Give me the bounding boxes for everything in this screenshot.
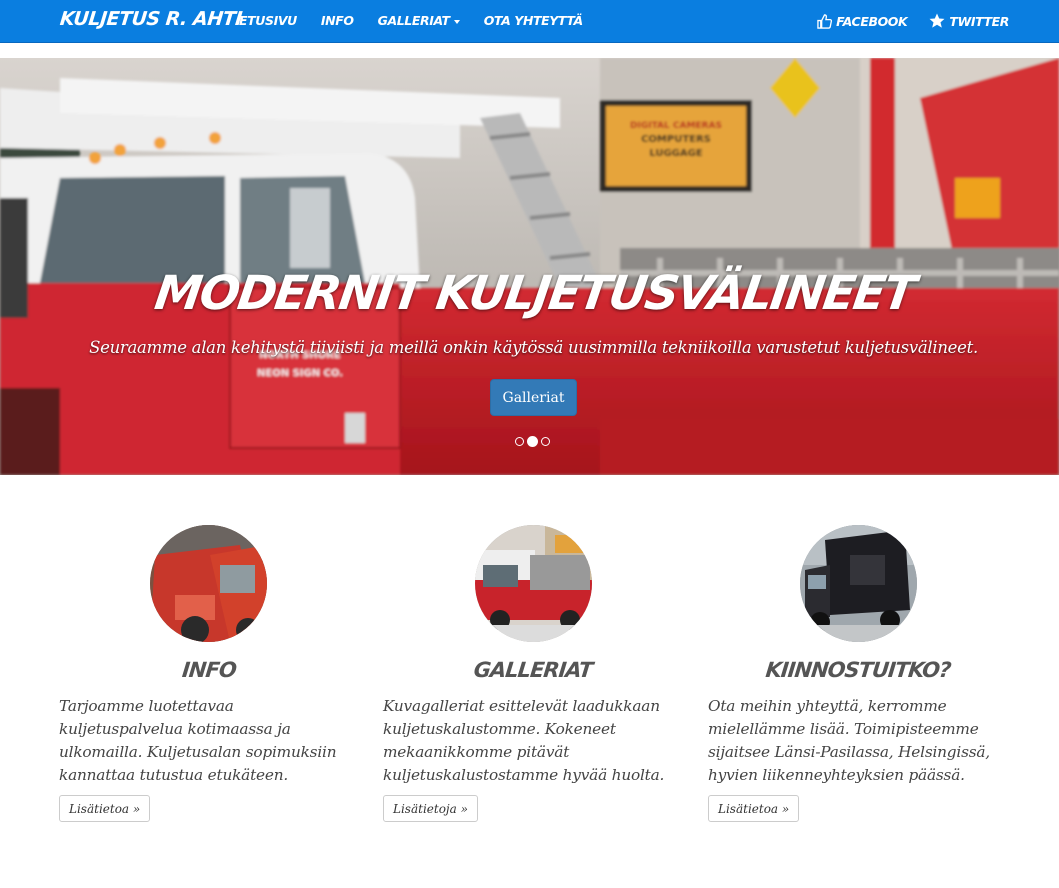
hero-title: Modernit kuljetusvälineet <box>151 266 918 321</box>
feature-kiinnostuitko-image <box>800 525 917 642</box>
hero-carousel[interactable]: DIGITAL CAMERAS COMPUTERS LUGGAGE NORTH … <box>0 58 1059 475</box>
feature-kiinnostuitko-title: Kiinnostuitko? <box>764 658 952 682</box>
feature-info-image <box>150 525 267 642</box>
twitter-link[interactable]: Twitter <box>929 13 1009 29</box>
nav-link-etusivu[interactable]: Etusivu <box>239 13 297 28</box>
feature-galleriat-image <box>475 525 592 642</box>
facebook-link[interactable]: Facebook <box>816 13 908 29</box>
carousel-indicator-3[interactable] <box>541 437 550 446</box>
thumbs-up-icon <box>816 13 832 29</box>
feature-galleriat-more-button[interactable]: Lisätietoja » <box>383 795 478 822</box>
nav-link-info[interactable]: Info <box>321 13 354 28</box>
feature-kiinnostuitko-more-button[interactable]: Lisätietoa » <box>708 795 800 822</box>
star-icon <box>929 13 945 29</box>
carousel-caption: Modernit kuljetusvälineet Seuraamme alan… <box>0 58 1059 475</box>
brand-logo[interactable]: Kuljetus R. Ahti <box>59 8 243 30</box>
social-nav: Facebook Twitter <box>794 13 1009 29</box>
nav-dropdown-label: Galleriat <box>377 13 450 28</box>
feature-info-more-button[interactable]: Lisätietoa » <box>59 795 151 822</box>
carousel-indicators <box>515 436 550 447</box>
hero-subtitle: Seuraamme alan kehitystä tiiviisti ja me… <box>89 338 978 357</box>
carousel-indicator-2[interactable] <box>527 436 538 447</box>
feature-galleriat-text: Kuvagalleriat esittelevät laadukkaan kul… <box>383 697 665 784</box>
nav-link-ota-yhteytta[interactable]: Ota yhteyttä <box>484 13 583 28</box>
feature-info-title: Info <box>180 658 238 682</box>
facebook-label: Facebook <box>836 13 908 29</box>
nav-dropdown-galleriat[interactable]: Galleriat <box>378 13 460 28</box>
feature-kiinnostuitko-text: Ota meihin yhteyttä, kerromme mielellämm… <box>708 697 990 784</box>
feature-galleriat-title: Galleriat <box>472 658 594 682</box>
caret-down-icon <box>453 19 460 24</box>
twitter-label: Twitter <box>949 13 1009 29</box>
carousel-indicator-1[interactable] <box>515 437 524 446</box>
top-navbar: Kuljetus R. Ahti Etusivu Info Galleriat … <box>0 0 1059 43</box>
main-nav: Etusivu Info Galleriat Ota yhteyttä <box>239 13 607 28</box>
feature-info-text: Tarjoamme luotettavaa kuljetuspalvelua k… <box>59 697 337 784</box>
galleriat-button[interactable]: Galleriat <box>490 379 577 416</box>
